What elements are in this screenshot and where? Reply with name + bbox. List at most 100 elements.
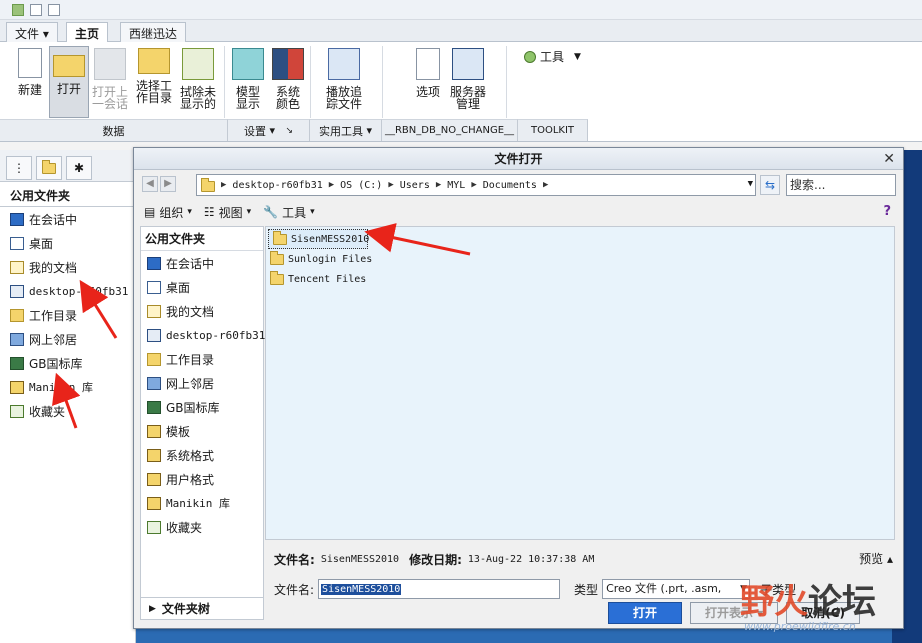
dialog-item-computer[interactable]: desktop-r60fb31 (141, 323, 265, 347)
nav-item-computer[interactable]: desktop-r60fb31 (0, 279, 135, 303)
open-button[interactable]: 打开 (49, 46, 89, 118)
breadcrumb-item[interactable]: OS (C:) (340, 180, 382, 191)
list-item[interactable]: Tencent Files (266, 269, 894, 289)
play-trail-file-button[interactable]: 播放追 踪文件 (324, 46, 364, 118)
folder-tree-toggle[interactable]: ▶ 文件夹树 (141, 597, 263, 619)
tab-home[interactable]: 主页 (66, 22, 109, 43)
open-file-icon[interactable] (48, 3, 60, 16)
favorites-icon (147, 520, 161, 534)
folder-icon (201, 178, 215, 192)
select-working-dir-button[interactable]: 选择工 作目录 (134, 46, 174, 118)
format-folder-icon (147, 448, 161, 462)
dialog-item-in-session[interactable]: 在会话中 (141, 251, 263, 275)
options-button[interactable]: 选项 (408, 46, 448, 118)
ribbon-separator (506, 46, 507, 118)
expand-arrow-icon: ▶ (149, 603, 156, 614)
open-last-session-button[interactable]: 打开上 一会话 (90, 46, 130, 118)
group-data: 数据 (0, 119, 228, 141)
library-icon (147, 400, 161, 414)
nav-item-working-dir[interactable]: 工作目录 (0, 303, 135, 327)
favorites-tab-icon[interactable]: ✱ (66, 156, 92, 180)
launcher-icon[interactable]: ↘ (285, 126, 293, 136)
nav-item-gb-library[interactable]: GB国标库 (0, 351, 135, 375)
group-utilities[interactable]: 实用工具 ▾ (310, 119, 382, 141)
computer-icon (10, 284, 24, 298)
filename-input[interactable]: SisenMESS2010 (318, 579, 561, 599)
group-rbn: __RBN_DB_NO_CHANGE__ (382, 119, 518, 141)
nav-item-manikin[interactable]: Manikin 库 (0, 375, 135, 399)
organize-icon: ▤ (144, 205, 156, 219)
eraser-icon (182, 48, 214, 80)
erase-not-displayed-button[interactable]: 拭除未 显示的 (178, 46, 218, 118)
breadcrumb-item[interactable]: desktop-r60fb31 (232, 180, 322, 191)
dialog-item-manikin[interactable]: Manikin 库 (141, 491, 263, 515)
new-file-icon[interactable] (30, 3, 42, 16)
dialog-item-working-dir[interactable]: 工作目录 (141, 347, 263, 371)
new-doc-icon (18, 48, 42, 78)
file-type-select[interactable]: Creo 文件 (.prt, .asm, ▼ (602, 579, 751, 599)
search-input[interactable]: 搜索... (786, 174, 896, 196)
network-icon (147, 376, 161, 390)
dialog-item-templates[interactable]: 模板 (141, 419, 263, 443)
documents-icon (147, 304, 161, 318)
group-toolkit: TOOLKIT (518, 119, 588, 141)
template-folder-icon (147, 424, 161, 438)
dialog-item-network[interactable]: 网上邻居 (141, 371, 263, 395)
file-info-row: 文件名: SisenMESS2010 修改日期: 13-Aug-22 10:37:3… (274, 552, 595, 567)
dialog-common-folders: 公用文件夹 在会话中 桌面 我的文档 desktop-r60fb31 工作目录 … (140, 226, 265, 620)
breadcrumb-item[interactable]: Users (400, 180, 430, 191)
tools-menu[interactable]: 工具 ▼ (524, 48, 581, 65)
new-button[interactable]: 新建 (10, 46, 50, 118)
common-folders-title: 公用文件夹 (141, 227, 263, 251)
tools-button[interactable]: 🔧 工具 ▾ (263, 204, 315, 221)
open-folder-icon (53, 55, 85, 77)
open-button[interactable]: 打开 (608, 602, 682, 624)
model-display-button[interactable]: 模型 显示 (228, 46, 268, 118)
desktop-icon (147, 280, 161, 294)
documents-icon (10, 260, 24, 274)
computer-icon (147, 328, 161, 342)
list-item[interactable]: Sunlogin Files (266, 249, 894, 269)
tab-file[interactable]: 文件 ▾ (6, 22, 58, 42)
forward-arrow-icon[interactable]: ▶ (160, 176, 176, 192)
ribbon-tabs: 文件 ▾ 主页 西继迅达 (0, 20, 922, 43)
help-icon[interactable]: ? (883, 204, 891, 219)
dialog-item-favorites[interactable]: 收藏夹 (141, 515, 263, 539)
dialog-item-gb-library[interactable]: GB国标库 (141, 395, 263, 419)
views-icon: ☷ (203, 205, 215, 219)
forum-watermark: 野火论坛 (740, 582, 876, 622)
chevron-down-icon[interactable]: ▼ (748, 179, 753, 189)
server-management-button[interactable]: 服务器 管理 (448, 46, 488, 118)
ribbon-separator (310, 46, 311, 118)
dialog-item-system-formats[interactable]: 系统格式 (141, 443, 263, 467)
address-bar[interactable]: ▶ desktop-r60fb31 ▶ OS (C:) ▶ Users ▶ MY… (196, 174, 756, 196)
navigator-tabs: ⋮ ✱ (0, 150, 135, 182)
nav-item-desktop[interactable]: 桌面 (0, 231, 135, 255)
options-list-icon (416, 48, 440, 80)
group-settings[interactable]: 设置 ▾ ↘ (228, 119, 310, 141)
list-item[interactable]: SisenMESS2010 (268, 229, 369, 249)
model-display-icon (232, 48, 264, 80)
nav-item-network[interactable]: 网上邻居 (0, 327, 135, 351)
breadcrumb-item[interactable]: MYL (447, 180, 465, 191)
server-network-icon (452, 48, 484, 80)
nav-item-my-documents[interactable]: 我的文档 (0, 255, 135, 279)
watermark-url: www.proewildfire.cn (744, 620, 856, 633)
dialog-item-desktop[interactable]: 桌面 (141, 275, 263, 299)
dialog-item-my-documents[interactable]: 我的文档 (141, 299, 263, 323)
tab-xiji-xunda[interactable]: 西继迅达 (120, 22, 187, 42)
folder-browser-tab-icon[interactable] (36, 156, 62, 180)
preview-toggle[interactable]: 预览 ▴ (859, 550, 893, 567)
dialog-item-user-formats[interactable]: 用户格式 (141, 467, 263, 491)
views-button[interactable]: ☷ 视图 ▾ (204, 204, 251, 221)
file-open-dialog: 文件打开 ✕ ◀ ▶ ▶ desktop-r60fb31 ▶ OS (C:) ▶… (133, 147, 904, 629)
organize-button[interactable]: ▤ 组织 ▾ (144, 204, 192, 221)
refresh-icon[interactable]: ⇆ (760, 175, 780, 195)
nav-item-favorites[interactable]: 收藏夹 (0, 399, 135, 423)
back-arrow-icon[interactable]: ◀ (142, 176, 158, 192)
nav-item-in-session[interactable]: 在会话中 (0, 207, 135, 231)
breadcrumb-item[interactable]: Documents (483, 180, 537, 191)
close-icon[interactable]: ✕ (883, 148, 895, 170)
model-tree-tab-icon[interactable]: ⋮ (6, 156, 32, 180)
system-colors-button[interactable]: 系统 颜色 (268, 46, 308, 118)
